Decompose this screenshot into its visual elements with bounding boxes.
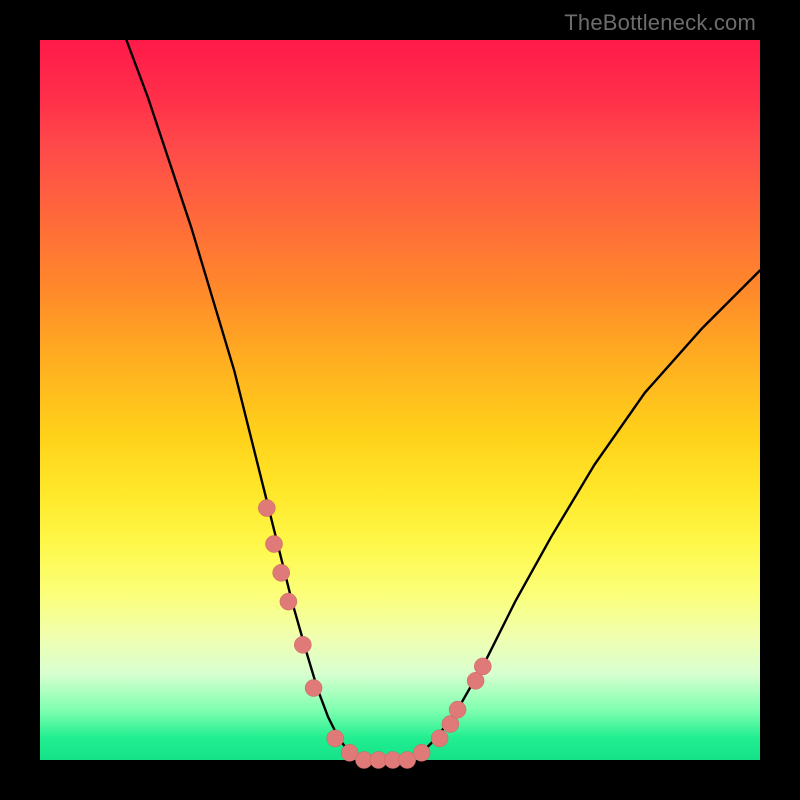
sample-dot [449,701,466,718]
sample-dot [280,593,297,610]
bottleneck-curve [126,40,760,760]
sample-dot [305,680,322,697]
sample-dot [413,744,430,761]
sample-dot [431,730,448,747]
sample-dot [474,658,491,675]
chart-svg [40,40,760,760]
sample-dot [258,500,275,517]
sample-dot [294,636,311,653]
sample-dots-group [258,500,491,769]
sample-dot [266,536,283,553]
sample-dot [273,564,290,581]
chart-plot-area [40,40,760,760]
sample-dot [327,730,344,747]
chart-container: TheBottleneck.com [0,0,800,800]
attribution-text: TheBottleneck.com [564,10,756,36]
